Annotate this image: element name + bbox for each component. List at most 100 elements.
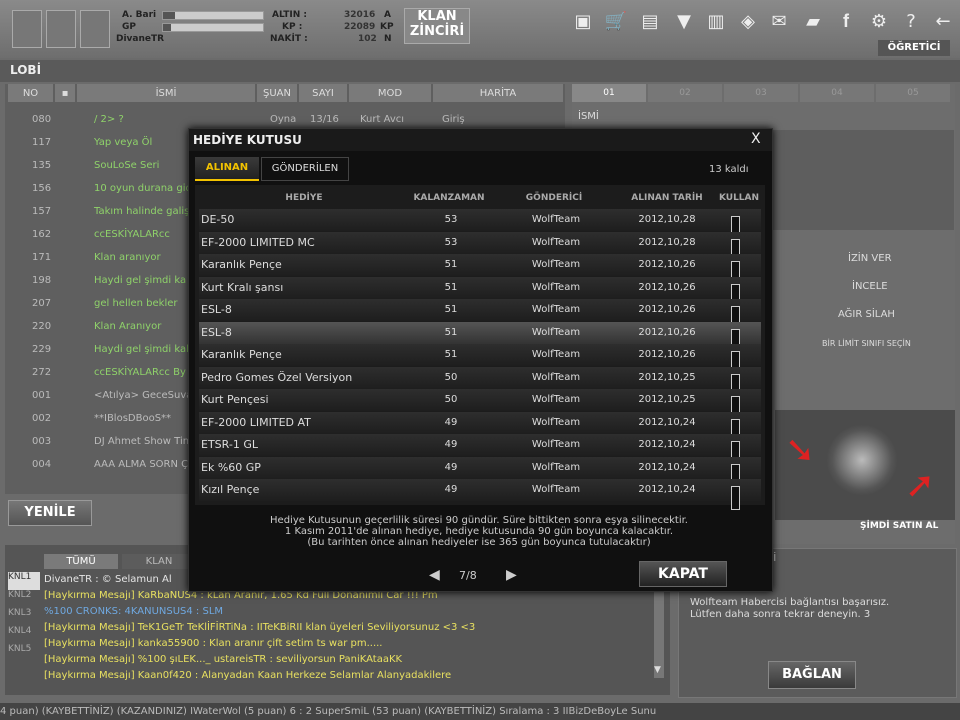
gift-cell-gift: Ek %60 GP — [201, 460, 261, 474]
gift-row[interactable]: Karanlık Pençe 51 WolfTeam 2012,10,26 — [199, 344, 761, 375]
note-line: (Bu tarihten önce alınan hediyeler ise 3… — [307, 537, 651, 548]
gift-row[interactable]: Kurt Kralı şansı 51 WolfTeam 2012,10,26 — [199, 276, 761, 308]
gift-cell-sender: WolfTeam — [531, 259, 581, 270]
prev-page-icon[interactable]: ◀ — [429, 567, 440, 583]
gift-row[interactable]: Pedro Gomes Özel Versiyon 50 WolfTeam 2012,… — [199, 366, 761, 398]
screen-icon[interactable]: ▣ — [572, 10, 594, 32]
help-icon[interactable]: ? — [900, 10, 922, 32]
tab-04[interactable]: 04 — [800, 84, 874, 102]
rank-badge-icon — [46, 10, 76, 48]
use-checkbox[interactable] — [731, 486, 740, 510]
gift-cell-date: 2012,10,28 — [638, 236, 696, 248]
gift-cell-time: 53 — [444, 214, 458, 225]
tab-05[interactable]: 05 — [876, 84, 950, 102]
close-button[interactable]: KAPAT — [639, 561, 727, 587]
box-icon[interactable]: ◈ — [737, 10, 759, 32]
tab-02[interactable]: 02 — [648, 84, 722, 102]
limit-class-select[interactable]: BİR LİMİT SINIFI SEÇİN — [822, 339, 911, 348]
allow-button[interactable]: İZİN VER — [848, 253, 892, 264]
gp-bar — [162, 23, 264, 32]
connect-button[interactable]: BAĞLAN — [768, 661, 856, 689]
gift-cell-time: 49 — [444, 416, 458, 428]
avatar[interactable] — [12, 10, 42, 48]
col-name[interactable]: İSMİ — [77, 84, 255, 102]
gift-cell-sender: WolfTeam — [531, 394, 581, 405]
gift-cell-date: 2012,10,24 — [638, 439, 696, 450]
col-mode[interactable]: MOD — [349, 84, 431, 102]
gift-row[interactable]: EF-2000 LIMITED MC 53 WolfTeam 2012,10,28 — [199, 231, 761, 263]
skull-icon — [827, 425, 897, 495]
chat-tab-all[interactable]: TÜMÜ — [44, 554, 118, 569]
tab-sent[interactable]: GÖNDERİLEN — [261, 157, 349, 181]
col-count[interactable]: SAYI — [299, 84, 347, 102]
col-map[interactable]: HARİTA — [433, 84, 563, 102]
heavy-weapon-button[interactable]: AĞIR SİLAH — [838, 309, 895, 320]
gift-row[interactable]: ESL-8 51 WolfTeam 2012,10,26 — [199, 299, 761, 330]
chat-tab-clan[interactable]: KLAN — [122, 554, 196, 569]
gift-row[interactable]: ESL-8 51 WolfTeam 2012,10,26 — [199, 321, 761, 353]
gear-icon[interactable]: ⚙ — [868, 10, 890, 32]
nakit-unit: N — [384, 34, 392, 44]
tab-01[interactable]: 01 — [572, 84, 646, 102]
ogretici-button[interactable]: ÖĞRETİCİ — [878, 40, 950, 56]
gift-cell-date: 2012,10,24 — [638, 461, 696, 473]
book-icon[interactable]: ▥ — [705, 10, 727, 32]
clan-chain-button[interactable]: KLAN ZİNCİRİ — [404, 8, 470, 44]
tab-received[interactable]: ALINAN — [195, 157, 259, 181]
col-status[interactable]: ŞUAN — [257, 84, 297, 102]
buy-now-link[interactable]: ŞİMDİ SATIN AL — [860, 521, 938, 531]
page-indicator: 7/8 — [459, 569, 477, 582]
arrow-icon: ➘ — [785, 430, 816, 471]
channel-1[interactable]: KNL1 — [8, 572, 40, 590]
folder-icon[interactable]: ▰ — [802, 10, 824, 32]
gift-cell-date: 2012,10,26 — [638, 259, 696, 270]
refresh-button[interactable]: YENİLE — [8, 500, 92, 526]
altin-label: ALTIN : — [272, 10, 307, 20]
bag-icon[interactable]: ▤ — [639, 10, 661, 32]
cart-icon[interactable]: 🛒 — [605, 10, 627, 32]
chat-line: %100 CRONKS: 4KANUNSUS4 : SLM — [44, 606, 224, 617]
gift-cell-gift: Pedro Gomes Özel Versiyon — [201, 370, 353, 384]
channel-4[interactable]: KNL4 — [8, 626, 40, 644]
gift-cell-sender: WolfTeam — [531, 371, 581, 383]
col-use: KULLAN — [718, 193, 760, 203]
gift-cell-date: 2012,10,26 — [638, 349, 696, 360]
altin-unit: A — [384, 10, 391, 20]
gift-cell-time: 51 — [444, 326, 458, 338]
channel-2[interactable]: KNL2 — [8, 590, 40, 608]
gift-cell-gift: DE-50 — [201, 213, 235, 226]
gift-row[interactable]: ETSR-1 GL 49 WolfTeam 2012,10,24 — [199, 434, 761, 465]
next-page-icon[interactable]: ▶ — [506, 567, 517, 583]
messenger-line-1: Wolfteam Habercisi bağlantısı başarısız. — [690, 597, 890, 608]
gift-box-dialog: HEDİYE KUTUSU X ALINAN GÖNDERİLEN 13 kal… — [188, 128, 773, 592]
tab-03[interactable]: 03 — [724, 84, 798, 102]
gift-row[interactable]: Kızıl Pençe 49 WolfTeam 2012,10,24 — [199, 479, 761, 510]
gift-row[interactable]: Ek %60 GP 49 WolfTeam 2012,10,24 — [199, 456, 761, 488]
gift-row[interactable]: Karanlık Pençe 51 WolfTeam 2012,10,26 — [199, 254, 761, 285]
gift-cell-date: 2012,10,26 — [638, 304, 696, 315]
gift-cell-sender: WolfTeam — [531, 214, 581, 225]
col-lock[interactable]: ▪ — [55, 84, 75, 102]
gift-cell-time: 51 — [444, 349, 458, 360]
back-arrow-icon[interactable]: ← — [932, 10, 954, 32]
nakit-label: NAKİT : — [270, 34, 308, 44]
mail-icon[interactable]: ✉ — [768, 10, 790, 32]
gift-cell-time: 51 — [444, 304, 458, 315]
gift-cell-sender: WolfTeam — [531, 304, 581, 315]
shop-banner[interactable]: ➘ ➚ — [775, 410, 955, 520]
scroll-down-icon[interactable]: ▼ — [654, 665, 661, 675]
facebook-icon[interactable]: f — [835, 10, 857, 32]
gift-cell-gift: EF-2000 LIMITED AT — [201, 415, 311, 429]
channel-3[interactable]: KNL3 — [8, 608, 40, 626]
channel-5[interactable]: KNL5 — [8, 644, 40, 662]
close-icon[interactable]: X — [751, 131, 761, 147]
gift-row[interactable]: Kurt Pençesi 50 WolfTeam 2012,10,25 — [199, 389, 761, 420]
inspect-button[interactable]: İNCELE — [852, 281, 888, 292]
stat-label-gp: GP — [122, 22, 136, 32]
wolf-icon[interactable]: ▼ — [673, 10, 695, 32]
gift-row[interactable]: DE-50 53 WolfTeam 2012,10,28 — [199, 209, 761, 240]
room-name-label: İSMİ — [578, 111, 599, 122]
gift-row[interactable]: EF-2000 LIMITED AT 49 WolfTeam 2012,10,24 — [199, 411, 761, 443]
gift-cell-gift: EF-2000 LIMITED MC — [201, 235, 315, 249]
col-no[interactable]: NO — [8, 84, 53, 102]
